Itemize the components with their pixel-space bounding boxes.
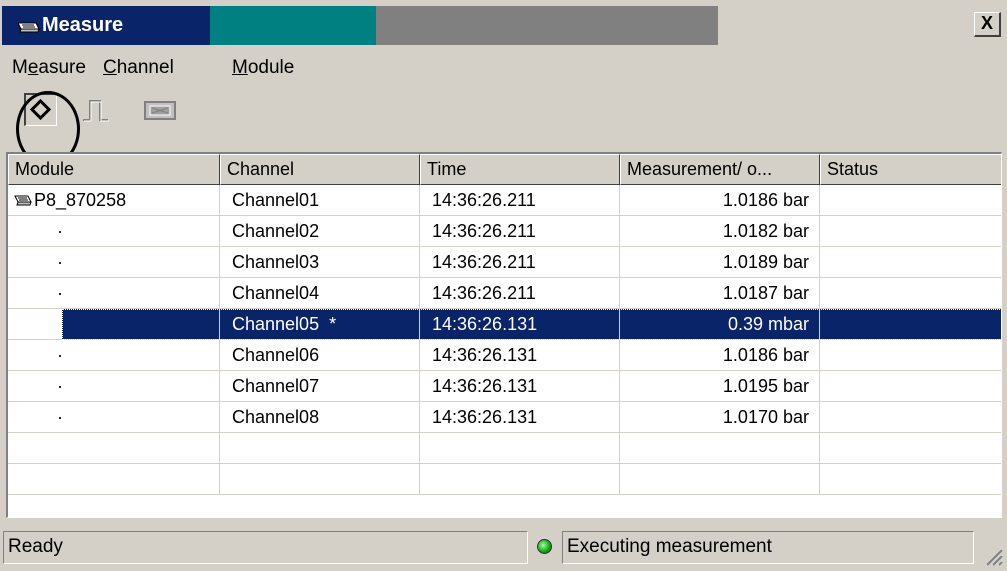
column-header-channel[interactable]: Channel [220,154,420,185]
measurement-cell: 1.0189 bar [620,247,820,278]
channel-cell: Channel02 [220,216,420,247]
time-cell [420,433,620,464]
time-cell: 14:36:26.131 [420,340,620,371]
module-cell [8,433,220,464]
tree-dot: · [8,216,220,247]
module-icon [14,195,32,206]
status-cell [820,185,1001,216]
measurement-cell: 1.0186 bar [620,340,820,371]
column-header-measurement[interactable]: Measurement/ o... [620,154,820,185]
channel-list[interactable]: Module Channel Time Measurement/ o... St… [6,152,1002,518]
channel-cell: Channel06 [220,340,420,371]
channel-cell: Channel01 [220,185,420,216]
menu-module[interactable]: Module [232,57,294,79]
title-bar-gradient [210,6,376,45]
time-cell: 14:36:26.211 [420,216,620,247]
module-name: P8_870258 [34,190,127,210]
table-row[interactable]: · Channel04 14:36:26.211 1.0187 bar [8,278,1001,309]
menu-channel[interactable]: Channel [103,57,174,79]
status-indicator-icon [537,539,552,554]
close-button[interactable]: X [974,12,1001,37]
column-header-status[interactable]: Status [820,154,1001,185]
module-cell: P8_870258 [8,185,220,216]
table-row[interactable]: · Channel06 14:36:26.131 1.0186 bar [8,340,1001,371]
status-cell [820,216,1001,247]
time-cell: 14:36:26.211 [420,278,620,309]
status-cell [820,247,1001,278]
measurement-cell: 1.0187 bar [620,278,820,309]
time-cell [420,464,620,495]
column-header-time[interactable]: Time [420,154,620,185]
focus-rect [62,309,1001,340]
menu-bar: Measure Channel Module [0,50,1007,86]
display-icon [144,101,176,120]
resize-grip-icon[interactable] [980,525,1004,569]
channel-cell [220,464,420,495]
channel-cell: Channel04 [220,278,420,309]
measurement-cell: 1.0186 bar [620,185,820,216]
channel-cell [220,433,420,464]
pulse-button[interactable] [80,93,113,126]
module-icon [17,22,40,33]
measurement-cell: 1.0195 bar [620,371,820,402]
status-bar: Ready Executing measurement [0,523,1007,571]
toolbar [0,88,1007,150]
table-row[interactable] [8,433,1001,464]
tree-dot: · [8,278,220,309]
tree-dot: · [8,340,220,371]
measure-window: Measure X Measure Channel Module Module … [0,0,1007,571]
window-title: Measure [42,14,124,36]
table-row[interactable]: · Channel02 14:36:26.211 1.0182 bar [8,216,1001,247]
measurement-cell [620,464,820,495]
table-row[interactable]: · Channel03 14:36:26.211 1.0189 bar [8,247,1001,278]
status-cell [820,464,1001,495]
menu-measure[interactable]: Measure [12,57,86,79]
table-row[interactable]: · Channel07 14:36:26.131 1.0195 bar [8,371,1001,402]
table-row[interactable]: · Channel08 14:36:26.131 1.0170 bar [8,402,1001,433]
tree-dot: · [8,247,220,278]
time-cell: 14:36:26.211 [420,185,620,216]
tree-dot: · [8,402,220,433]
status-cell [820,371,1001,402]
display-button[interactable] [140,93,180,126]
time-cell: 14:36:26.131 [420,371,620,402]
table-row[interactable] [8,464,1001,495]
measurement-cell: 1.0170 bar [620,402,820,433]
table-row[interactable]: P8_870258 Channel01 14:36:26.211 1.0186 bar [8,185,1001,216]
channel-cell: Channel07 [220,371,420,402]
time-cell: 14:36:26.211 [420,247,620,278]
channel-cell: Channel08 [220,402,420,433]
measurement-status: Executing measurement [562,531,974,564]
time-cell: 14:36:26.131 [420,402,620,433]
measurement-cell [620,433,820,464]
module-cell [8,464,220,495]
channel-cell: Channel03 [220,247,420,278]
title-bar-inactive-area [376,6,718,45]
column-header-row: Module Channel Time Measurement/ o... St… [8,154,1001,185]
status-text: Ready [3,531,528,564]
start-measure-button[interactable] [24,93,57,126]
status-cell [820,278,1001,309]
column-header-module[interactable]: Module [8,154,220,185]
tree-dot: · [8,371,220,402]
pulse-icon [83,100,109,122]
status-cell [820,402,1001,433]
status-cell [820,433,1001,464]
measurement-cell: 1.0182 bar [620,216,820,247]
status-cell [820,340,1001,371]
table-row-selected[interactable]: Channel05 * 14:36:26.131 0.39 mbar [8,309,1001,340]
diamond-icon [29,98,52,121]
